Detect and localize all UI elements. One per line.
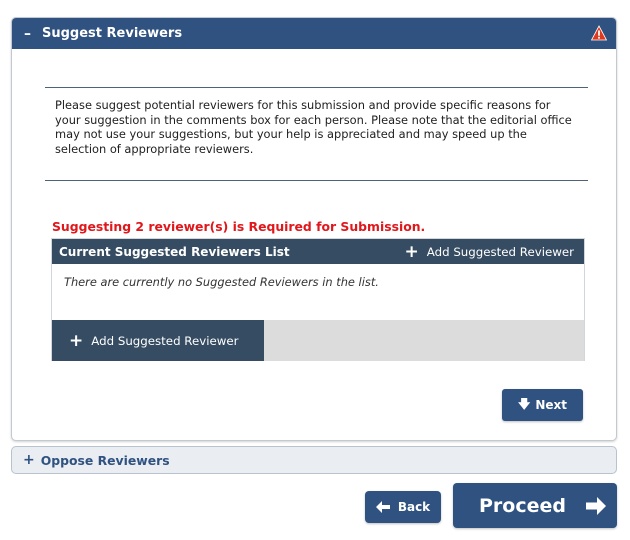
suggest-reviewers-header[interactable]: – Suggest Reviewers bbox=[12, 18, 616, 49]
footer-add-reviewer-label: Add Suggested Reviewer bbox=[91, 333, 239, 348]
arrow-down-icon: 🡇 bbox=[517, 396, 531, 411]
oppose-reviewers-panel[interactable]: + Oppose Reviewers bbox=[11, 446, 617, 474]
footer-add-reviewer-button[interactable]: + Add Suggested Reviewer bbox=[52, 320, 264, 361]
warning-triangle-icon bbox=[591, 25, 607, 41]
header-add-reviewer-label: Add Suggested Reviewer bbox=[426, 244, 574, 259]
proceed-label: Proceed bbox=[479, 494, 566, 517]
expand-icon: + bbox=[23, 452, 35, 468]
header-add-reviewer-button[interactable]: + Add Suggested Reviewer bbox=[404, 241, 574, 262]
arrow-left-icon bbox=[375, 501, 390, 513]
empty-list-message: There are currently no Suggested Reviewe… bbox=[64, 275, 379, 289]
back-button[interactable]: Back bbox=[365, 491, 441, 523]
proceed-button[interactable]: Proceed bbox=[453, 483, 617, 528]
list-footer: + Add Suggested Reviewer bbox=[52, 320, 584, 361]
oppose-reviewers-title: Oppose Reviewers bbox=[40, 452, 170, 468]
back-label: Back bbox=[397, 500, 431, 514]
plus-icon: + bbox=[69, 330, 84, 351]
instructions-text: Please suggest potential reviewers for t… bbox=[45, 87, 588, 181]
plus-icon: + bbox=[404, 241, 419, 262]
suggest-reviewers-title: Suggest Reviewers bbox=[42, 26, 183, 41]
next-button[interactable]: 🡇 Next bbox=[502, 389, 583, 421]
next-label: Next bbox=[535, 398, 567, 412]
list-header: Current Suggested Reviewers List + Add S… bbox=[52, 239, 584, 264]
suggest-reviewers-panel: – Suggest Reviewers Please suggest poten… bbox=[11, 17, 617, 441]
required-message: Suggesting 2 reviewer(s) is Required for… bbox=[52, 219, 426, 234]
list-title: Current Suggested Reviewers List bbox=[59, 244, 290, 259]
arrow-right-icon bbox=[586, 496, 606, 515]
collapse-icon[interactable]: – bbox=[24, 26, 37, 42]
suggested-reviewers-list: Current Suggested Reviewers List + Add S… bbox=[51, 238, 585, 361]
